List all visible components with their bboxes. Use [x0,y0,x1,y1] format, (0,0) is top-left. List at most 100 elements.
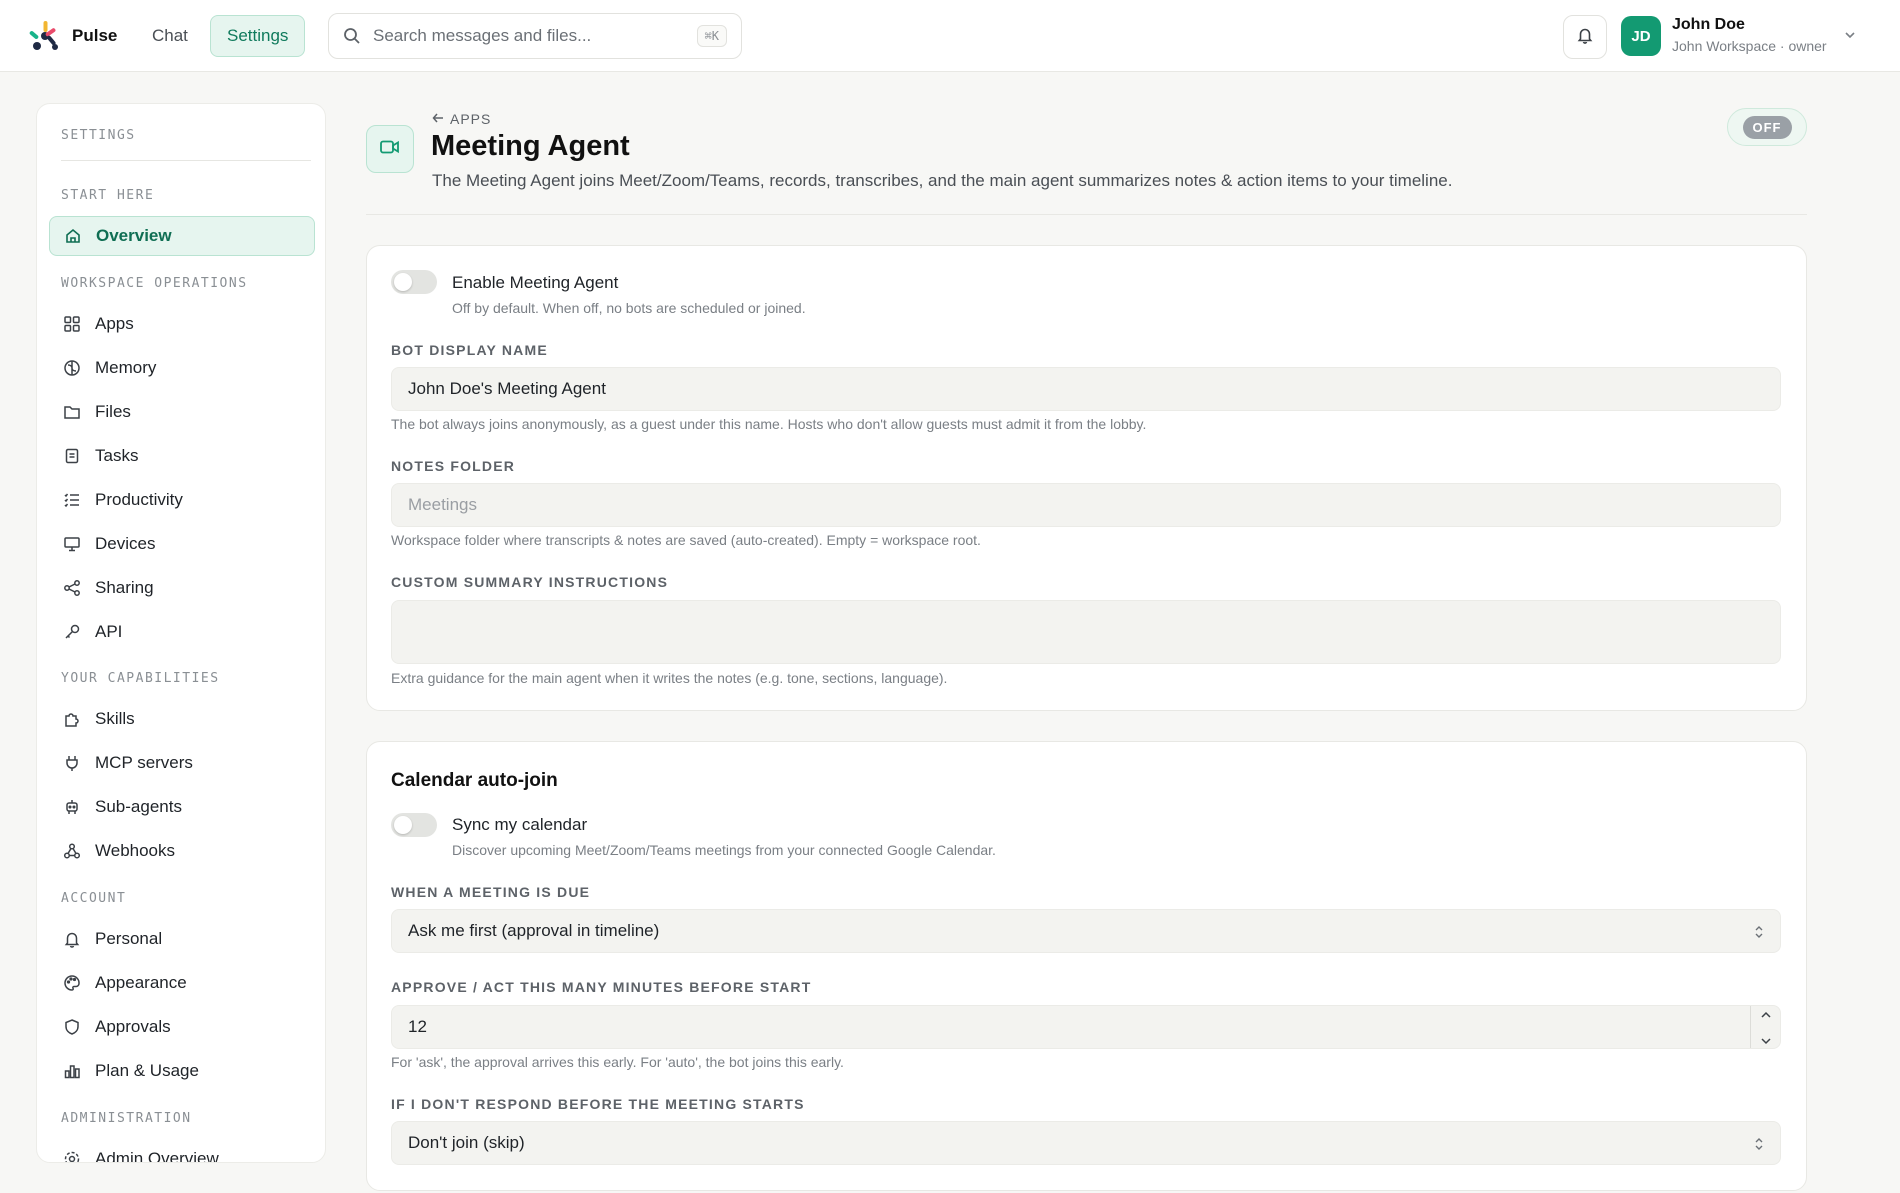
sidebar-item-webhooks[interactable]: Webhooks [49,831,315,871]
top-bar: Pulse Chat Settings Search messages and … [0,0,1900,72]
sidebar-item-label: Sharing [95,578,154,597]
section-start-here: START HERE [61,188,155,203]
search-input[interactable]: Search messages and files... ⌘K [328,13,742,59]
sidebar-item-personal[interactable]: Personal [49,919,315,959]
sidebar-item-label: Sub-agents [95,797,182,816]
number-stepper[interactable] [1750,1006,1780,1048]
notifications-button[interactable] [1563,15,1607,59]
minutes-before-label: APPROVE / ACT THIS MANY MINUTES BEFORE S… [391,979,812,995]
minutes-before-input[interactable]: 12 [391,1005,1781,1049]
back-to-apps-link[interactable]: APPS [432,111,491,127]
sidebar-item-label: Productivity [95,490,183,509]
chevron-down-icon[interactable] [1760,1030,1772,1050]
notes-folder-label: NOTES FOLDER [391,458,516,474]
sidebar-item-apps[interactable]: Apps [49,304,315,344]
video-camera-icon [379,136,401,163]
user-name[interactable]: John Doe [1672,16,1745,34]
sidebar-item-label: MCP servers [95,753,193,772]
search-placeholder: Search messages and files... [373,26,592,45]
sidebar-divider [61,160,311,161]
chevron-down-icon[interactable] [1843,28,1857,42]
sidebar-item-label: Personal [95,929,163,948]
sidebar-item-label: Approvals [95,1017,171,1036]
notes-folder-input[interactable]: Meetings [391,483,1781,527]
sidebar-item-memory[interactable]: Memory [49,348,315,388]
sidebar-item-sharing[interactable]: Sharing [49,568,315,608]
no-response-value: Don't join (skip) [408,1133,525,1152]
sidebar-item-appearance[interactable]: Appearance [49,963,315,1003]
sidebar-item-skills[interactable]: Skills [49,699,315,739]
status-badge: OFF [1742,115,1792,139]
bot-display-name-help: The bot always joins anonymously, as a g… [391,416,1147,432]
sidebar-item-sub-agents[interactable]: Sub-agents [49,787,315,827]
no-response-select[interactable]: Don't join (skip) [391,1121,1781,1165]
nav-chat[interactable]: Chat [140,16,200,56]
home-icon [64,227,82,245]
bell-icon [1576,26,1594,49]
palette-icon [63,974,81,992]
meeting-agent-settings-card: Enable Meeting Agent Off by default. Whe… [366,245,1807,711]
sidebar-item-approvals[interactable]: Approvals [49,1007,315,1047]
user-workspace: John Workspace · owner [1672,38,1827,54]
bot-display-name-value: John Doe's Meeting Agent [408,379,606,398]
shield-icon [63,1018,81,1036]
sidebar-item-mcp-servers[interactable]: MCP servers [49,743,315,783]
sidebar-item-files[interactable]: Files [49,392,315,432]
no-response-label: IF I DON'T RESPOND BEFORE THE MEETING ST… [391,1096,805,1112]
section-administration: ADMINISTRATION [61,1111,192,1126]
sidebar-item-tasks[interactable]: Tasks [49,436,315,476]
key-icon [63,623,81,641]
sidebar-item-label: Plan & Usage [95,1061,199,1080]
sidebar-item-label: Apps [95,314,134,333]
sidebar-item-api[interactable]: API [49,612,315,652]
header-divider [366,214,1807,215]
search-shortcut: ⌘K [696,25,727,47]
pulse-logo-icon [28,19,62,53]
custom-summary-textarea[interactable] [391,600,1781,664]
page-title: Meeting Agent [431,130,630,162]
back-link-label: APPS [450,111,492,127]
notes-folder-help: Workspace folder where transcripts & not… [391,532,981,548]
section-your-capabilities: YOUR CAPABILITIES [61,671,220,686]
bot-display-name-input[interactable]: John Doe's Meeting Agent [391,367,1781,411]
enable-meeting-agent-toggle[interactable] [391,270,437,294]
brain-icon [63,359,81,377]
meeting-due-select[interactable]: Ask me first (approval in timeline) [391,909,1781,953]
sidebar-item-label: Appearance [95,973,187,992]
page-description: The Meeting Agent joins Meet/Zoom/Teams,… [432,171,1453,190]
select-arrows-icon [1752,923,1766,941]
apps-grid-icon [63,315,81,333]
calendar-card-title: Calendar auto-join [391,770,558,791]
sync-calendar-label: Sync my calendar [452,815,588,834]
enable-toggle-label: Enable Meeting Agent [452,273,619,292]
sidebar-item-overview[interactable]: Overview [49,216,315,256]
plug-icon [63,754,81,772]
sidebar-item-label: Admin Overview [95,1149,219,1163]
sidebar-item-label: Files [95,402,131,421]
bot-display-name-label: BOT DISPLAY NAME [391,342,548,358]
share-icon [63,579,81,597]
chevron-up-icon[interactable] [1760,1004,1772,1024]
sidebar-item-label: Tasks [95,446,139,465]
section-account: ACCOUNT [61,891,127,906]
sidebar-item-devices[interactable]: Devices [49,524,315,564]
nav-settings[interactable]: Settings [210,15,306,57]
meeting-agent-app-icon [366,125,414,173]
brand[interactable]: Pulse [28,18,117,54]
enable-toggle-help: Off by default. When off, no bots are sc… [452,300,806,316]
list-check-icon [63,491,81,509]
sidebar-item-plan-usage[interactable]: Plan & Usage [49,1051,315,1091]
brand-name: Pulse [72,26,118,45]
calendar-auto-join-card: Calendar auto-join Sync my calendar Disc… [366,741,1807,1191]
sidebar-item-label: Memory [95,358,157,377]
sidebar-item-label: Overview [96,226,172,245]
status-toggle-pill[interactable]: OFF [1727,108,1807,146]
sidebar-item-admin-overview[interactable]: Admin Overview [49,1139,315,1163]
sync-calendar-toggle[interactable] [391,813,437,837]
monitor-icon [63,535,81,553]
minutes-before-value: 12 [408,1017,427,1036]
select-arrows-icon [1752,1135,1766,1153]
avatar[interactable]: JD [1621,16,1661,56]
custom-summary-label: CUSTOM SUMMARY INSTRUCTIONS [391,574,669,590]
sidebar-item-productivity[interactable]: Productivity [49,480,315,520]
